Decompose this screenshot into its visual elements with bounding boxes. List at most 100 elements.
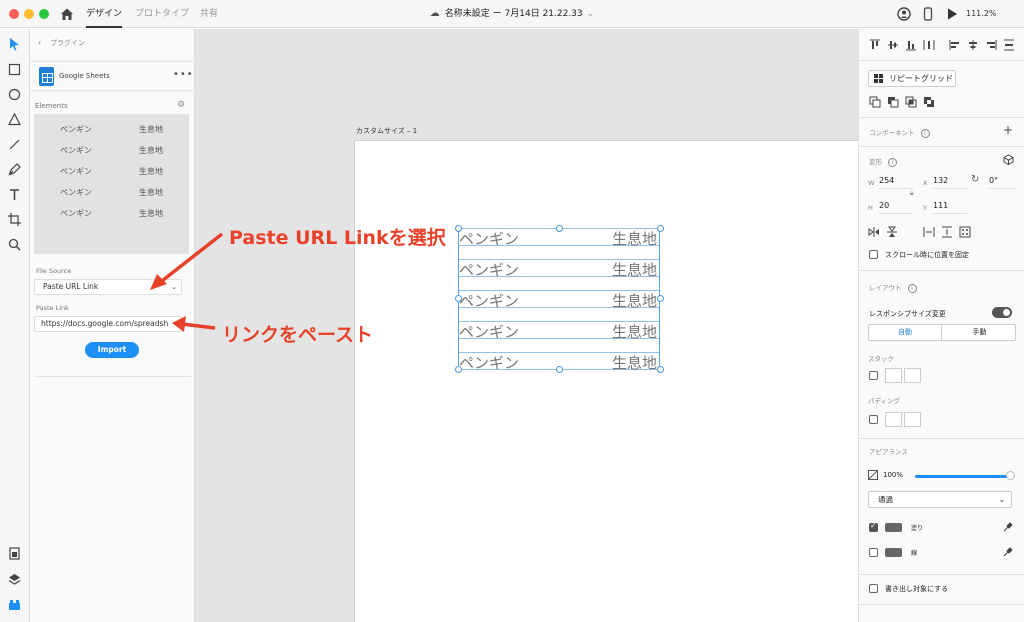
padding-horizontal-icon[interactable] (923, 226, 935, 238)
artboard-tool-icon[interactable] (7, 212, 22, 227)
export-checkbox[interactable] (869, 584, 878, 593)
resize-handle[interactable] (657, 295, 664, 302)
layers-icon[interactable] (7, 572, 22, 587)
zoom-tool-icon[interactable] (7, 237, 22, 252)
y-field[interactable]: 111 (933, 201, 967, 214)
play-icon[interactable] (945, 7, 959, 21)
distribute-vertical-icon[interactable] (923, 39, 935, 51)
rotate-reset-icon[interactable] (959, 226, 971, 238)
transform-label: 変形 (869, 158, 882, 166)
subtract-icon[interactable] (887, 96, 899, 108)
rotation-field[interactable]: 0° (989, 176, 1017, 189)
line-tool-icon[interactable] (7, 137, 22, 152)
document-title[interactable]: ☁ 名称未設定 ー 7月14日 21.22.33 ⌄ (0, 0, 1024, 28)
padding-individual-button[interactable] (904, 412, 921, 427)
intersect-icon[interactable] (905, 96, 917, 108)
fix-scroll-checkbox[interactable] (869, 250, 878, 259)
breadcrumb[interactable]: プラグイン (50, 38, 85, 48)
responsive-resize-toggle[interactable] (992, 307, 1012, 318)
select-tool-icon[interactable] (7, 37, 22, 52)
border-color-swatch[interactable] (885, 548, 902, 557)
opacity-slider-track[interactable] (915, 475, 1011, 478)
3d-cube-icon[interactable] (1003, 154, 1014, 165)
align-left-icon[interactable] (949, 39, 961, 51)
fill-checkbox[interactable] (869, 521, 878, 532)
artboard-label[interactable]: カスタムサイズ – 1 (356, 126, 417, 136)
resize-handle[interactable] (455, 366, 462, 373)
fill-label: 塗り (911, 525, 924, 532)
more-options-icon[interactable]: ••• (173, 69, 194, 80)
resize-handle[interactable] (556, 225, 563, 232)
grid-row[interactable]: ペンギン 生息地 (459, 259, 659, 279)
plugins-icon[interactable] (7, 597, 22, 612)
lock-icon[interactable]: 🔒︎ (910, 189, 914, 198)
opacity-slider-knob[interactable] (1006, 471, 1015, 480)
opacity-value[interactable]: 100% (883, 471, 903, 479)
info-icon[interactable]: i (888, 157, 897, 167)
padding-uniform-button[interactable] (885, 412, 902, 427)
align-right-icon[interactable] (985, 39, 997, 51)
align-middle-icon[interactable] (887, 39, 899, 51)
cell-value: 生息地 (611, 323, 657, 341)
padding-vertical-icon[interactable] (941, 226, 953, 238)
exclude-icon[interactable] (923, 96, 935, 108)
flip-vertical-icon[interactable] (886, 226, 898, 238)
cell-name: ペンギン (459, 261, 520, 279)
stack-checkbox[interactable] (869, 371, 878, 380)
fill-color-swatch[interactable] (885, 523, 902, 532)
zoom-level[interactable]: 111.2% (966, 0, 997, 28)
assets-icon[interactable] (7, 546, 22, 561)
repeat-grid-selection[interactable]: ペンギン 生息地 ペンギン 生息地 ペンギン 生息地 ペンギン 生息地 ペンギン 生息地 (458, 228, 660, 372)
stack-vertical-button[interactable] (885, 368, 902, 383)
info-icon[interactable]: i (920, 128, 930, 138)
resize-handle[interactable] (657, 366, 664, 373)
back-chevron-icon[interactable]: ‹ (38, 38, 41, 47)
eyedropper-icon[interactable] (1002, 521, 1014, 533)
rectangle-tool-icon[interactable] (7, 62, 22, 77)
eyedropper-icon[interactable] (1002, 546, 1014, 558)
responsive-resize-label: レスポンシブサイズ変更 (869, 310, 946, 318)
pen-tool-icon[interactable] (7, 162, 22, 177)
add-icon[interactable]: + (1003, 123, 1013, 137)
seg-manual-button[interactable]: 手動 (943, 325, 1016, 340)
align-bottom-icon[interactable] (905, 39, 917, 51)
distribute-horizontal-icon[interactable] (1003, 39, 1015, 51)
list-item[interactable]: ペンギン 生息地 (34, 124, 189, 138)
ellipse-tool-icon[interactable] (7, 87, 22, 102)
resize-handle[interactable] (455, 295, 462, 302)
width-field[interactable]: 254 (879, 176, 913, 189)
stack-horizontal-button[interactable] (904, 368, 921, 383)
text-tool-icon[interactable] (7, 187, 22, 202)
grid-row[interactable]: ペンギン 生息地 (459, 321, 659, 341)
artboard[interactable] (354, 140, 858, 622)
padding-checkbox[interactable] (869, 415, 878, 424)
grid-row[interactable]: ペンギン 生息地 (459, 290, 659, 310)
height-field[interactable]: 20 (879, 201, 913, 214)
flip-horizontal-icon[interactable] (868, 226, 880, 238)
seg-auto-button[interactable]: 自動 (869, 325, 942, 340)
repeat-grid-label: リピートグリッド (889, 74, 953, 83)
resize-handle[interactable] (455, 225, 462, 232)
gear-icon[interactable]: ⚙ (177, 100, 185, 110)
resize-handle[interactable] (556, 366, 563, 373)
mobile-preview-icon[interactable] (921, 7, 935, 21)
blend-mode-select[interactable]: 通過 ⌄ (868, 491, 1012, 508)
import-button[interactable]: Import (85, 342, 139, 358)
resize-handle[interactable] (657, 225, 664, 232)
align-center-icon[interactable] (967, 39, 979, 51)
repeat-grid-button[interactable]: リピートグリッド (868, 70, 956, 87)
list-item[interactable]: ペンギン 生息地 (34, 208, 189, 222)
add-icon[interactable] (869, 96, 881, 108)
padding-label: パディング (868, 397, 901, 405)
layout-label: レイアウト (869, 284, 902, 292)
list-item[interactable]: ペンギン 生息地 (34, 166, 189, 180)
user-help-icon[interactable] (897, 7, 911, 21)
cloud-icon: ☁ (429, 8, 440, 19)
x-field[interactable]: 132 (933, 176, 967, 189)
polygon-tool-icon[interactable] (7, 112, 22, 127)
list-item[interactable]: ペンギン 生息地 (34, 187, 189, 201)
list-item[interactable]: ペンギン 生息地 (34, 145, 189, 159)
align-top-icon[interactable] (869, 39, 881, 51)
border-checkbox[interactable] (869, 548, 878, 557)
info-icon[interactable]: i (907, 283, 917, 293)
